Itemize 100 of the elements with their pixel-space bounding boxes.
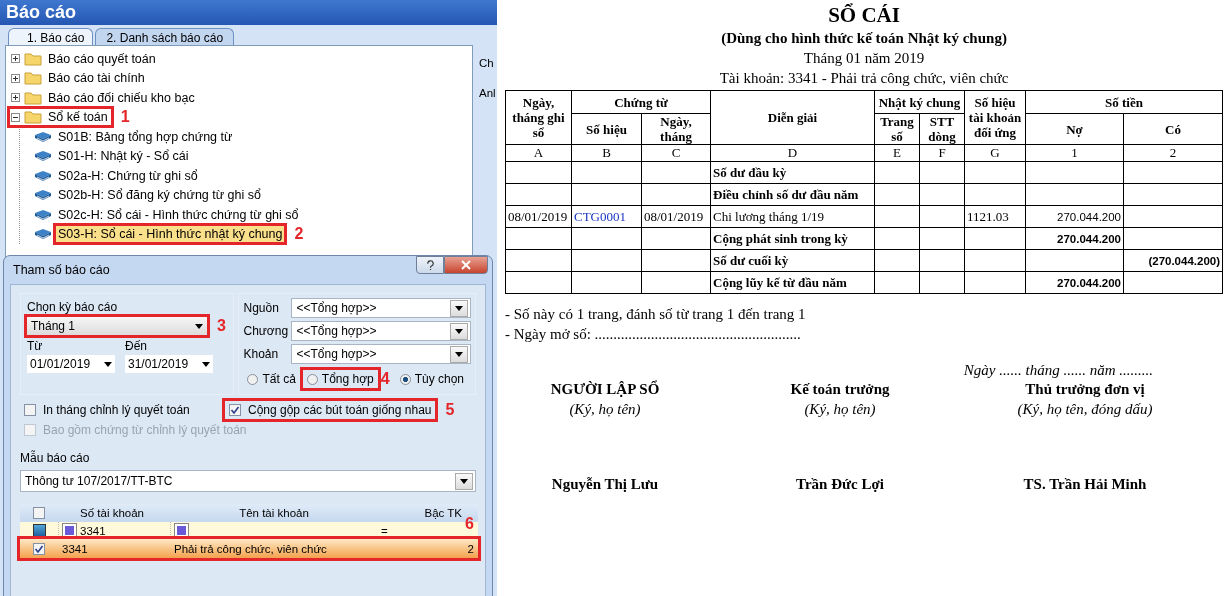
book-icon: [34, 228, 52, 241]
signer-title: Kế toán trưởng: [790, 381, 890, 398]
field-label: Chương: [243, 324, 290, 338]
column-header: Nhật ký chung: [874, 90, 965, 114]
checkbox[interactable]: [33, 507, 45, 519]
table-cell-text: 2: [466, 541, 475, 557]
tree-item[interactable]: S03-H: Sổ cái - Hình thức nhật ký chung: [56, 226, 285, 243]
dropdown-button[interactable]: [450, 345, 468, 363]
table-cell-text: 3341: [61, 541, 89, 557]
radio-option[interactable]: Tổng hợp: [302, 370, 378, 388]
tree-label: Sổ kế toán: [48, 110, 108, 125]
signature-note: (Ký, họ tên): [569, 401, 641, 418]
table-cell: Cộng phát sinh trong kỳ: [713, 230, 848, 246]
close-button[interactable]: [444, 256, 488, 274]
folder-icon: [24, 110, 42, 125]
signer-name: Trần Đức Lợi: [796, 476, 884, 493]
report-subtitle: (Dùng cho hình thức kế toán Nhật ký chung): [720, 30, 1008, 47]
book-icon: [34, 208, 52, 221]
date-field[interactable]: 31/01/2019: [125, 355, 213, 373]
radio-button[interactable]: [399, 373, 411, 385]
tree-item[interactable]: S02b-H: Sổ đăng ký chứng từ ghi sổ: [56, 187, 263, 204]
folder-icon: [24, 71, 42, 86]
filter-operator[interactable]: =: [381, 524, 388, 537]
dropdown-field[interactable]: <<Tổng hợp>>: [291, 321, 471, 341]
tree-item[interactable]: Báo cáo quyết toán: [24, 50, 159, 67]
book-icon: [34, 150, 52, 163]
table-cell: (270.044.200): [1148, 254, 1221, 267]
caret-icon: [460, 478, 468, 484]
radio-option[interactable]: Tất cả: [243, 370, 300, 388]
signer-title: Thủ trưởng đơn vị: [1025, 381, 1145, 398]
signer-title: NGƯỜI LẬP SỔ: [550, 381, 660, 398]
table-cell: 270.044.200: [1057, 276, 1121, 289]
report-account: Tài khoản: 3341 - Phải trả công chức, viên chức: [718, 70, 1010, 87]
radio-option[interactable]: Tùy chọn: [395, 370, 468, 388]
checkbox[interactable]: [24, 404, 36, 416]
dropdown-button[interactable]: [450, 322, 468, 340]
field-label: Từ: [27, 339, 44, 353]
radio-button[interactable]: [247, 373, 259, 385]
column-header: Số hiệu tài khoản đối ứng: [964, 90, 1026, 145]
period-dropdown[interactable]: Tháng 1: [27, 317, 207, 335]
note-text: - Ngày mở số: .......................................................: [505, 325, 802, 344]
column-code: C: [641, 144, 711, 162]
column-code: A: [505, 144, 572, 162]
close-icon: [461, 260, 471, 270]
dialog-title: Tham số báo cáo: [13, 263, 110, 277]
column-header: Trang số: [874, 113, 920, 145]
book-icon: [34, 189, 52, 202]
annotation-number: 6: [465, 515, 474, 533]
checkbox[interactable]: [33, 542, 45, 555]
table-cell: Điều chỉnh số dư đầu năm: [713, 186, 859, 202]
column-header[interactable]: Số tài khoản: [58, 504, 170, 522]
signer-name: TS. Trần Hải Minh: [1023, 476, 1147, 493]
note-text: - Số này có 1 trang, đánh số từ trang 1 đến trang 1: [505, 305, 807, 324]
help-icon: [425, 259, 435, 271]
table-cell: 08/01/2019: [644, 208, 704, 224]
tree-item[interactable]: Báo cáo đối chiếu kho bạc: [24, 89, 198, 106]
tree-item[interactable]: S02a-H: Chứng từ ghi sổ: [56, 167, 200, 184]
dropdown-button[interactable]: [450, 299, 468, 317]
tree-item[interactable]: S02c-H: Sổ cái - Hình thức chứng từ ghi sổ: [56, 206, 301, 223]
dropdown-field[interactable]: <<Tổng hợp>>: [291, 298, 471, 318]
checkbox-option[interactable]: Cộng gộp các bút toán giống nhau: [225, 401, 436, 419]
tree-item[interactable]: S01-H: Nhật ký - Sổ cái: [56, 148, 191, 165]
dropdown-button[interactable]: [455, 472, 473, 490]
expander-icon[interactable]: [11, 93, 20, 103]
table-cell: 08/01/2019: [508, 208, 568, 224]
tab[interactable]: 2. Danh sách báo cáo: [95, 28, 235, 46]
radio-button[interactable]: [306, 373, 318, 385]
checkbox-option[interactable]: In tháng chỉnh lý quyết toán: [20, 401, 194, 419]
table-cell: Số dư cuối kỳ: [713, 252, 789, 268]
expander-icon[interactable]: [11, 112, 20, 122]
column-header[interactable]: Tên tài khoản: [170, 504, 378, 522]
tree-item[interactable]: S01B: Bảng tổng hợp chứng từ: [56, 128, 235, 145]
report-period: Tháng 01 năm 2019: [802, 50, 926, 67]
column-header: Số hiệu: [571, 113, 642, 145]
column-header: Nợ: [1025, 113, 1124, 145]
date-field[interactable]: 01/01/2019: [27, 355, 115, 373]
tree-label: Báo cáo quyết toán: [48, 51, 156, 66]
tab[interactable]: 1. Báo cáo: [8, 28, 94, 46]
book-icon: [34, 169, 52, 182]
annotation-number: 2: [294, 225, 304, 244]
tree-item[interactable]: Báo cáo tài chính: [24, 70, 148, 87]
caret-icon: [455, 328, 463, 334]
expander-icon[interactable]: [11, 73, 20, 83]
expander-icon[interactable]: [11, 54, 20, 64]
annotation-number: 5: [445, 401, 455, 419]
template-dropdown[interactable]: Thông tư 107/2017/TT-BTC: [20, 470, 476, 492]
table-cell-text: Phải trả công chức, viên chức: [173, 541, 328, 557]
caret-icon: [104, 361, 112, 367]
caret-icon: [455, 305, 463, 311]
filter-value[interactable]: 3341: [80, 524, 106, 537]
table-cell: Chi lương tháng 1/19: [713, 208, 825, 224]
tree-item[interactable]: Sổ kế toán: [10, 109, 111, 126]
caret-icon: [202, 361, 210, 367]
help-button[interactable]: [416, 256, 444, 274]
tree-label: Báo cáo đối chiếu kho bạc: [48, 90, 195, 105]
folder-icon: [24, 51, 42, 66]
checkbox[interactable]: [229, 404, 241, 416]
dropdown-field[interactable]: <<Tổng hợp>>: [291, 344, 471, 364]
annotation-number: 1: [120, 108, 130, 127]
column-code: F: [919, 144, 965, 162]
